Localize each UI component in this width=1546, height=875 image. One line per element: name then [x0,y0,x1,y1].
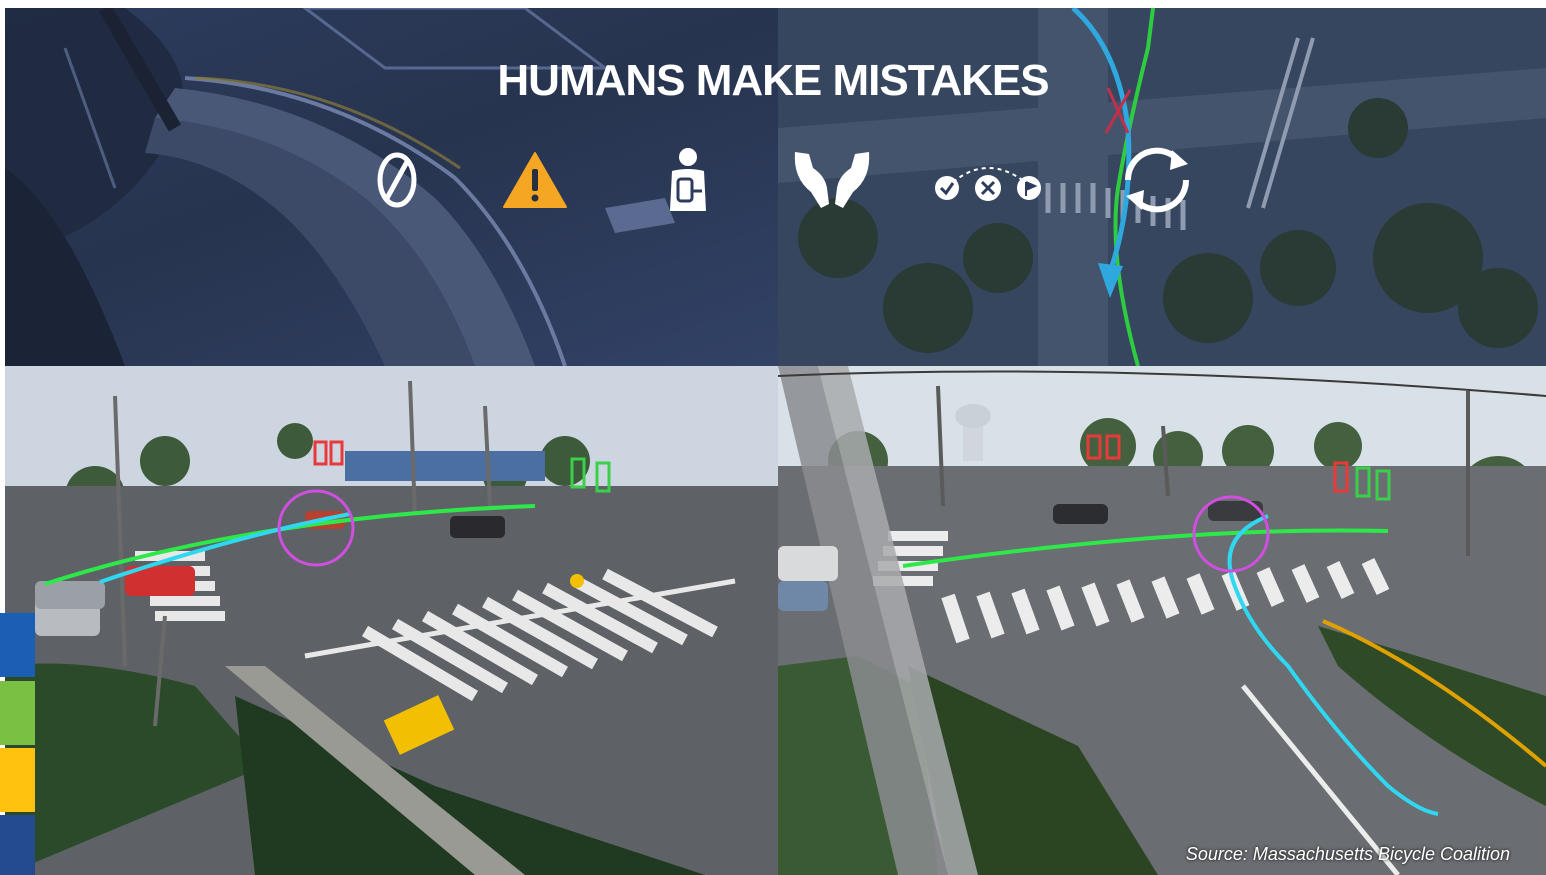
accent-bar-blue [0,613,35,677]
icon-row [0,140,1546,220]
intersection-camera-left [5,366,778,875]
cycle-arrows-icon [1112,140,1202,220]
accent-bar-navy [0,815,35,875]
intersection-camera-right [778,366,1546,875]
open-hands-icon [790,140,874,220]
accent-bar-yellow [0,748,35,812]
distracted-driver-icon [664,140,714,220]
accent-bar-green [0,681,35,745]
slide: HUMANS MAKE MISTAKES Source: Massachuset… [0,0,1546,875]
interrupted-path-icon [930,140,1046,220]
zero-icon [372,140,422,220]
slide-title: HUMANS MAKE MISTAKES [497,56,1049,105]
source-caption: Source: Massachusetts Bicycle Coalition [1185,844,1510,864]
warning-icon [500,140,570,220]
